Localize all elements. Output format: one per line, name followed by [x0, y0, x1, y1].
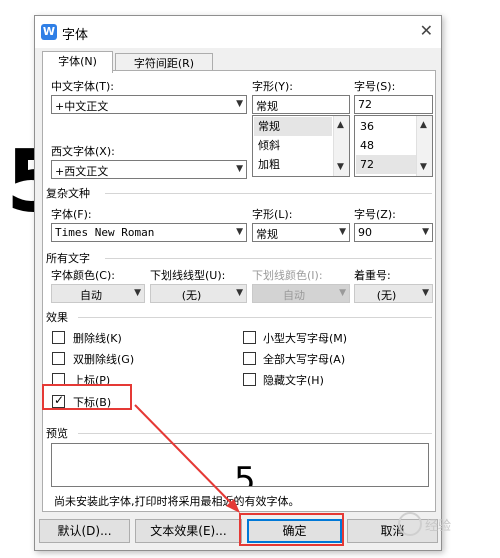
watermark-logo [398, 512, 422, 536]
arrow-shaft [134, 404, 237, 509]
annotation-arrow [134, 404, 240, 513]
tab-font[interactable]: 字体(N) [42, 51, 113, 73]
watermark-text: 经验 [425, 519, 452, 534]
